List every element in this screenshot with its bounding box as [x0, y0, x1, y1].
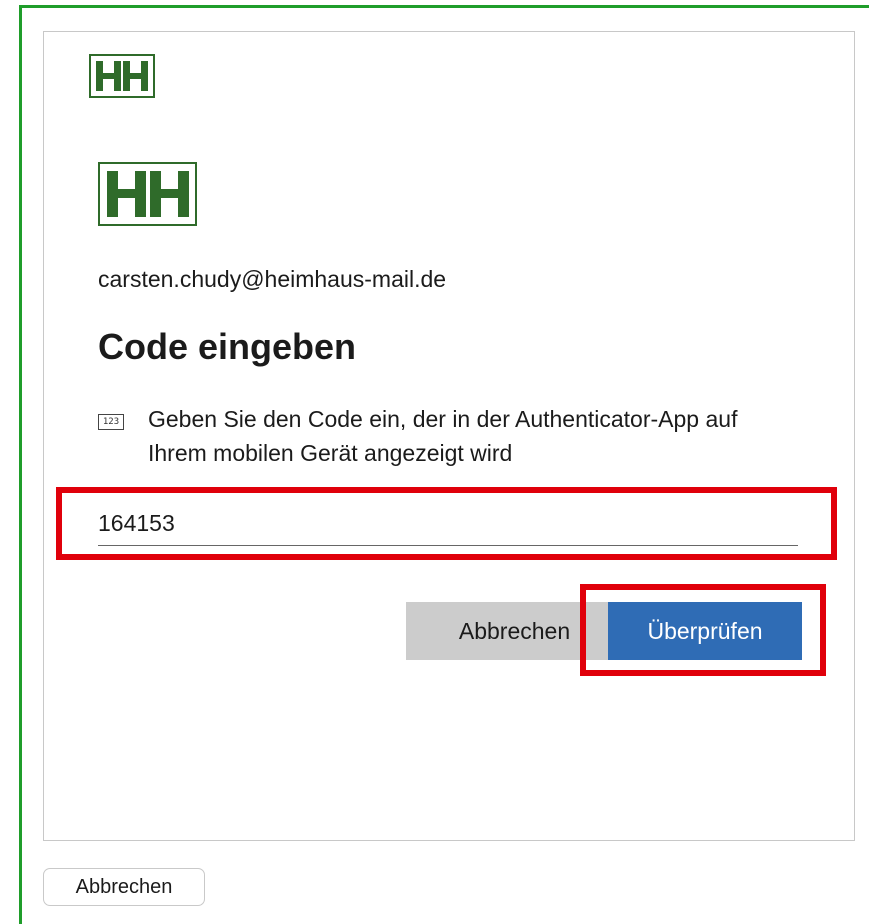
instruction-text: Geben Sie den Code ein, der in der Authe… [148, 406, 738, 466]
page-title: Code eingeben [98, 326, 357, 367]
instruction: 123 Geben Sie den Code ein, der in der A… [98, 402, 798, 470]
highlight-verify-button [580, 584, 826, 676]
highlight-code-input [56, 487, 837, 560]
account-email: carsten.chudy@heimhaus-mail.de [98, 266, 447, 292]
footer-cancel-button[interactable]: Abbrechen [43, 868, 205, 906]
hh-logo-icon [89, 54, 155, 98]
numeric-code-icon: 123 [98, 414, 124, 430]
hh-logo-icon [98, 162, 197, 226]
mfa-dialog: carsten.chudy@heimhaus-mail.de Code eing… [43, 31, 855, 841]
